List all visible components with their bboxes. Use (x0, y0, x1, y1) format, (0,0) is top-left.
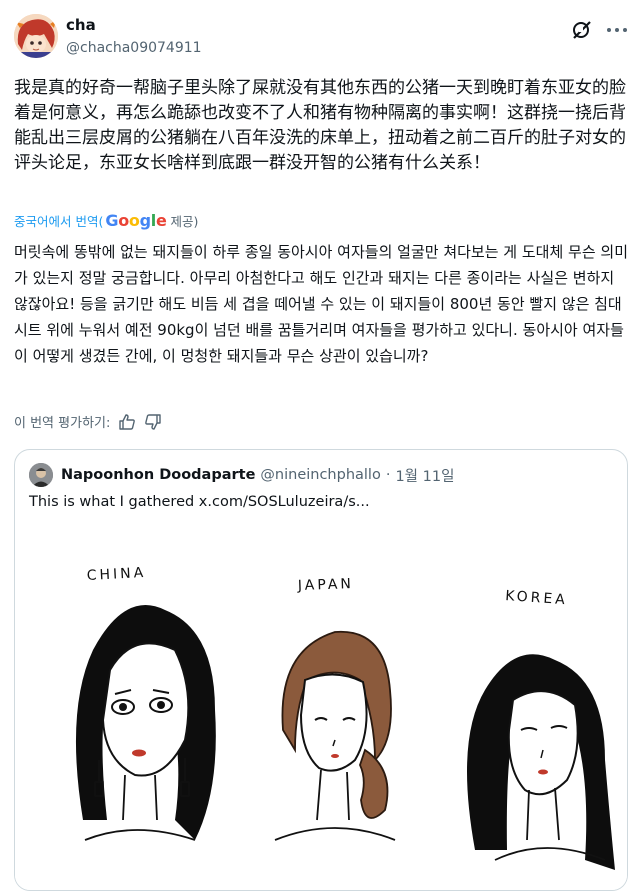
drawing-label-china: CHINA (86, 565, 146, 584)
more-icon[interactable] (606, 22, 628, 38)
author-avatar[interactable] (14, 14, 58, 58)
quoted-date[interactable]: 1월 11일 (395, 465, 454, 486)
quoted-separator: · (385, 467, 391, 483)
rate-translation-row: 이 번역 평가하기: (14, 412, 162, 431)
quoted-post[interactable]: Napoonhon Doodaparte @nineinchphallo · 1… (14, 449, 628, 891)
author-handle[interactable]: @chacha09074911 (66, 40, 202, 56)
quoted-post-text: This is what I gathered x.com/SOSLuluzei… (29, 494, 370, 510)
quoted-author-handle[interactable]: @nineinchphallo (260, 467, 380, 483)
post-header: cha @chacha09074911 (14, 14, 628, 62)
translation-provider-suffix: 제공) (170, 214, 199, 229)
google-logo: Google (105, 211, 167, 230)
quoted-author-avatar[interactable] (29, 463, 53, 487)
translation-attribution: 중국어에서 번역( Google 제공) (14, 211, 198, 230)
post-text-translated: 머릿속에 똥밖에 없는 돼지들이 하루 종일 동아시아 여자들의 얼굴만 쳐다보… (14, 243, 628, 365)
drawing-label-japan: JAPAN (297, 576, 355, 594)
quoted-drawing-image[interactable]: CHINA JAPAN KOREA (15, 520, 627, 890)
rate-translation-label: 이 번역 평가하기: (14, 416, 111, 431)
thumbs-down-icon[interactable] (144, 413, 162, 431)
quoted-author-name[interactable]: Napoonhon Doodaparte (61, 467, 255, 483)
post-text-original: 我是真的好奇一帮脑子里头除了屎就没有其他东西的公猪一天到晚盯着东亚女的脸着是何意… (14, 78, 626, 173)
grok-icon[interactable] (570, 18, 594, 42)
translation-source-label[interactable]: 중국어에서 번역( (14, 211, 103, 230)
thumbs-up-icon[interactable] (118, 413, 136, 431)
author-name[interactable]: cha (66, 16, 96, 34)
quoted-post-header: Napoonhon Doodaparte @nineinchphallo · 1… (29, 462, 459, 488)
